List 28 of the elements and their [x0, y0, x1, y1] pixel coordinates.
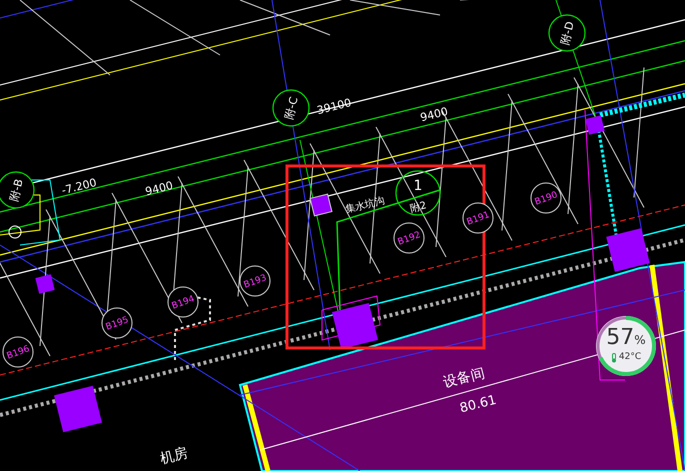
room-tag: B192: [394, 222, 424, 254]
room-name: 设备间: [442, 365, 486, 391]
room-tag: B194: [168, 286, 198, 318]
room-tag: B193: [240, 266, 270, 296]
room-tag: B195: [102, 308, 132, 338]
temperature-label: 42°C: [618, 351, 642, 364]
dimension-label: 9400: [144, 178, 174, 198]
axis-bubble: 附-B: [0, 171, 35, 209]
axis-bubble: 附-D: [548, 14, 586, 52]
room-area: 80.61: [458, 392, 498, 416]
usage-gauge: [594, 314, 658, 378]
annotation-label: 集水坑沟: [344, 195, 386, 216]
room-tag: B196: [2, 336, 34, 368]
column-block: [606, 228, 650, 272]
section-bubble: 1 附2: [395, 170, 441, 216]
thermometer-icon: [610, 353, 617, 363]
usage-percent: 57: [606, 327, 634, 350]
axis-bubble: 附-C: [272, 89, 310, 127]
dimension-label: 9400: [419, 104, 450, 124]
percent-unit: %: [634, 334, 646, 346]
column-block: [585, 115, 605, 135]
column-block: [332, 302, 378, 350]
room-name: 机房: [158, 444, 190, 468]
room-tag: B190: [530, 182, 562, 214]
room-tag: B191: [462, 202, 494, 234]
dimension-label: -7.200: [60, 176, 98, 198]
column-block: [35, 274, 55, 294]
column-block: [309, 193, 333, 217]
